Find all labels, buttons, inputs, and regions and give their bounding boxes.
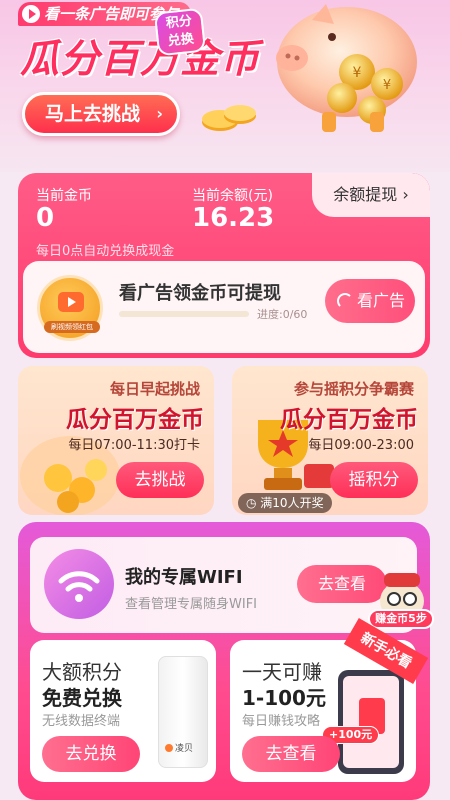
shake-points-card[interactable]: 参与摇积分争霸赛 瓜分百万金币 每日09:00-23:00 摇积分 ◷ 满10人… bbox=[232, 366, 428, 515]
draw-condition-text: 满10人开奖 bbox=[260, 496, 324, 510]
phone-screen bbox=[343, 676, 399, 768]
challenge-subtitle: 每日早起挑战 bbox=[109, 380, 200, 398]
exchange-title: 大额积分 bbox=[42, 660, 122, 684]
points-exchange-card[interactable]: 大额积分 免费兑换 无线数据终端 凌贝 去兑换 bbox=[30, 640, 216, 782]
withdraw-label: 余额提现 bbox=[333, 185, 398, 204]
challenge-title: 瓜分百万金币 bbox=[280, 407, 418, 433]
coins-value: 0 bbox=[36, 203, 55, 233]
exchange-subtitle: 无线数据终端 bbox=[42, 714, 121, 729]
video-reward-thumbnail: 刷视频领红包 bbox=[37, 275, 103, 341]
watch-ad-button[interactable]: 看广告 bbox=[325, 279, 415, 323]
coins-label: 当前金币 bbox=[36, 188, 92, 204]
challenge-time: 每日07:00-11:30打卡 bbox=[68, 438, 200, 453]
view-guide-button[interactable]: 去查看 bbox=[242, 736, 340, 772]
clock-icon: ◷ bbox=[246, 496, 261, 510]
page: 看一条广告即可参与 瓜分百万金币 马上去挑战 › ¥ ¥ 当前金币 0 当前余额… bbox=[0, 0, 450, 800]
earn-steps-tag[interactable]: 赚金币5步 bbox=[368, 609, 434, 629]
loading-icon bbox=[337, 293, 353, 309]
badge-line-2: 兑换 bbox=[167, 31, 195, 50]
video-play-icon bbox=[58, 292, 84, 312]
early-rise-challenge-card[interactable]: 每日早起挑战 瓜分百万金币 每日07:00-11:30打卡 去挑战 bbox=[18, 366, 214, 515]
ad-progress-bar bbox=[119, 311, 249, 317]
earn-headline: 1-100元 bbox=[242, 686, 326, 710]
ad-task-title: 看广告领金币可提现 bbox=[119, 283, 281, 304]
gold-coins-icon bbox=[202, 105, 256, 131]
withdraw-button[interactable]: 余额提现 › bbox=[312, 173, 430, 217]
ad-progress-text: 进度:0/60 bbox=[257, 308, 308, 321]
device-brand: 凌贝 bbox=[165, 741, 193, 754]
chevron-right-icon: › bbox=[156, 104, 163, 123]
wifi-device-image: 凌贝 bbox=[158, 656, 208, 768]
thumbnail-caption: 刷视频领红包 bbox=[44, 321, 100, 333]
exchange-headline: 免费兑换 bbox=[42, 686, 122, 710]
challenge-time: 每日09:00-23:00 bbox=[308, 438, 414, 453]
wifi-desc: 查看管理专属随身WIFI bbox=[125, 597, 257, 612]
shake-points-button[interactable]: 摇积分 bbox=[330, 462, 418, 498]
balance-card: 当前金币 0 当前余额(元) 16.23 余额提现 › 每日0点自动兑换成现金 … bbox=[18, 173, 430, 358]
wifi-title: 我的专属WIFI bbox=[125, 567, 243, 588]
cash-label: 当前余额(元) bbox=[192, 188, 273, 204]
svg-text:¥: ¥ bbox=[353, 65, 362, 81]
go-exchange-button[interactable]: 去兑换 bbox=[42, 736, 140, 772]
hero-challenge-button[interactable]: 马上去挑战 › bbox=[22, 92, 180, 136]
cash-value: 16.23 bbox=[192, 203, 275, 233]
auto-exchange-note: 每日0点自动兑换成现金 bbox=[36, 244, 175, 259]
hero-banner[interactable]: 看一条广告即可参与 瓜分百万金币 马上去挑战 › ¥ ¥ bbox=[0, 0, 450, 172]
phone-image bbox=[338, 670, 404, 774]
piggy-bank-icon: ¥ ¥ bbox=[276, 4, 417, 132]
challenge-title: 瓜分百万金币 bbox=[66, 407, 204, 433]
earn-subtitle: 每日赚钱攻略 bbox=[242, 714, 321, 729]
svg-text:¥: ¥ bbox=[383, 78, 391, 93]
draw-condition-badge: ◷ 满10人开奖 bbox=[238, 493, 332, 513]
hero-title: 瓜分百万金币 bbox=[20, 37, 261, 82]
wifi-icon bbox=[44, 549, 114, 619]
points-exchange-badge: 积分 兑换 bbox=[153, 7, 207, 57]
play-icon bbox=[22, 5, 40, 23]
go-challenge-button[interactable]: 去挑战 bbox=[116, 462, 204, 498]
challenge-subtitle: 参与摇积分争霸赛 bbox=[293, 380, 414, 398]
earn-title: 一天可赚 bbox=[242, 660, 322, 684]
chevron-right-icon: › bbox=[402, 185, 409, 204]
watch-ad-label: 看广告 bbox=[356, 291, 405, 310]
ad-task-card: 刷视频领红包 看广告领金币可提现 进度:0/60 看广告 bbox=[23, 261, 425, 353]
hero-challenge-label: 马上去挑战 bbox=[45, 103, 141, 125]
